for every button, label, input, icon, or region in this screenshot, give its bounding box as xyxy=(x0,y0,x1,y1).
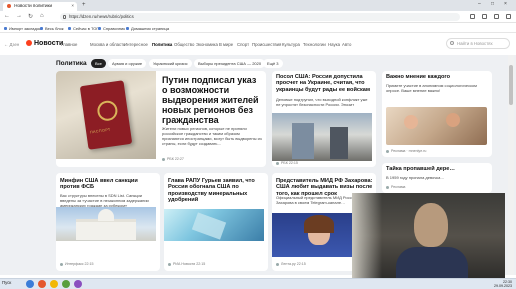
profile-icon[interactable] xyxy=(494,14,499,19)
taskbar-clock[interactable]: 22:30 29.09.2023 xyxy=(482,280,512,288)
filter-chip-active[interactable]: Все xyxy=(91,59,106,68)
news-card[interactable]: Глава РАПУ Гурьев заявил, что Россия обо… xyxy=(164,173,268,271)
ad-card[interactable]: Тайка пропавшей дере… В 1959 году пропал… xyxy=(382,163,492,193)
ad-text: Примите участие в анонимном социологичес… xyxy=(386,83,477,93)
filter-chip[interactable]: Ещё 3 xyxy=(263,59,283,68)
back-arrow-icon[interactable]: ← xyxy=(4,13,10,19)
rubric-link[interactable]: Главное xyxy=(61,42,77,47)
app-icon[interactable] xyxy=(74,280,82,288)
news-photo xyxy=(164,209,264,241)
browser-tab-bar: Новости политики × + – □ × xyxy=(0,0,516,11)
rubric-link-active[interactable]: Политика xyxy=(152,42,172,47)
scrollbar-thumb[interactable] xyxy=(509,65,513,105)
tab-title: Новости политики xyxy=(14,3,52,8)
filter-chip[interactable]: Украинский кризис xyxy=(149,59,192,68)
bookmark-item[interactable]: Сейчас в ТОП xyxy=(68,26,99,31)
address-bar-row: ← → ↻ ⌂ https://dzen.ru/news/rubric/poli… xyxy=(0,11,516,23)
maximize-icon[interactable]: □ xyxy=(491,1,494,7)
rubric-link[interactable]: Экономика xyxy=(196,42,218,47)
ad-card[interactable]: Важно мнение каждого Примите участие в а… xyxy=(382,71,492,157)
ad-source[interactable]: Реклама · mneniye.ru xyxy=(386,149,426,153)
section-title: Политика xyxy=(56,60,87,67)
news-title[interactable]: Минфин США ввел санкции против ФСБ xyxy=(60,178,158,191)
news-card[interactable]: Посол США: Россия допустила просчет на У… xyxy=(272,71,376,167)
news-source[interactable]: РБК 22:27 xyxy=(162,157,184,161)
ad-title[interactable]: Важно мнение каждого xyxy=(386,74,490,80)
site-favicon-icon xyxy=(7,3,11,8)
bookmark-item[interactable]: Весь блок xyxy=(40,26,64,31)
news-source[interactable]: Интерфакс 22:15 xyxy=(60,262,94,266)
page-scrollbar[interactable] xyxy=(508,55,514,275)
news-text: Вас структуры внесены в SDN List. Санкци… xyxy=(60,193,149,208)
news-text: Деловые подтрунил, что выходной конфликт… xyxy=(276,97,368,107)
site-logo[interactable]: Новости xyxy=(26,40,63,47)
webcam-overlay xyxy=(352,193,505,279)
rubric-link[interactable]: Интересное xyxy=(124,42,148,47)
explorer-app-icon[interactable] xyxy=(26,280,34,288)
menu-icon[interactable] xyxy=(506,14,511,19)
news-source[interactable]: РИА Новости 22:15 xyxy=(168,262,205,266)
news-card[interactable]: Минфин США ввел санкции против ФСБ Вас с… xyxy=(56,173,160,271)
site-header: ← Дзен Новости Главное Москва и область … xyxy=(0,33,516,55)
home-icon[interactable]: ⌂ xyxy=(40,13,44,19)
rubric-link[interactable]: Наука xyxy=(328,42,340,47)
webcam-background xyxy=(352,193,382,279)
main-news-title[interactable]: Путин подписал указ о возможности выдвор… xyxy=(162,75,264,125)
news-title[interactable]: Посол США: Россия допустила просчет на У… xyxy=(276,74,374,93)
news-photo xyxy=(272,113,372,161)
lock-icon xyxy=(63,15,66,19)
close-tab-icon[interactable]: × xyxy=(71,3,74,8)
start-button[interactable]: Пуск xyxy=(2,280,11,285)
window-close-icon[interactable]: × xyxy=(504,1,507,7)
rubric-link[interactable]: Спорт xyxy=(237,42,249,47)
browser-tab[interactable]: Новости политики × xyxy=(3,2,77,11)
bookmark-item[interactable]: Справочник xyxy=(98,26,125,31)
ad-photo xyxy=(386,107,487,145)
clock-date: 29.09.2023 xyxy=(494,284,512,289)
news-photo xyxy=(56,207,156,241)
ad-text: В 1959 году пропала девочка… xyxy=(386,175,445,180)
main-news-card[interactable]: ПАСПОРТ Путин подписал указ о возможност… xyxy=(56,71,266,167)
logo-mark-icon xyxy=(26,40,32,46)
filter-chip[interactable]: Выборы президента США — 2020 xyxy=(194,59,266,68)
rubric-link[interactable]: Москва и область xyxy=(90,42,125,47)
reload-icon[interactable]: ↻ xyxy=(28,13,33,20)
search-icon xyxy=(450,41,454,45)
bookmark-item[interactable]: Импорт закладок xyxy=(4,26,41,31)
main-news-text: Жители новых регионов, которые не принял… xyxy=(162,126,262,146)
new-tab-icon[interactable]: + xyxy=(82,2,86,8)
os-taskbar: Пуск 22:30 29.09.2023 xyxy=(0,278,516,289)
extensions-icon[interactable] xyxy=(482,14,487,19)
ad-title[interactable]: Тайка пропавшей дере… xyxy=(386,166,490,172)
news-title[interactable]: Глава РАПУ Гурьев заявил, что Россия обо… xyxy=(168,178,266,204)
ad-source[interactable]: Реклама xyxy=(386,185,405,189)
star-icon[interactable] xyxy=(470,14,475,19)
filter-chip[interactable]: Армия и оружие xyxy=(108,59,147,68)
rubric-link[interactable]: Культура xyxy=(282,42,300,47)
rubric-link[interactable]: Общество xyxy=(174,42,194,47)
passport-image xyxy=(79,80,133,150)
rubric-link[interactable]: Происшествия xyxy=(252,42,281,47)
bookmarks-bar: Импорт закладок Весь блок Сейчас в ТОП С… xyxy=(0,23,516,33)
news-source[interactable]: Лента.ру 22:15 xyxy=(276,262,306,266)
news-source[interactable]: РБК 22:15 xyxy=(276,161,298,165)
presenter-head xyxy=(414,203,448,247)
presenter-body xyxy=(396,247,468,279)
minimize-icon[interactable]: – xyxy=(478,1,481,7)
browser-app-icon[interactable] xyxy=(38,280,46,288)
media-app-icon[interactable] xyxy=(62,280,70,288)
rubric-link[interactable]: В мире xyxy=(219,42,233,47)
search-input[interactable]: Найти в Новостях xyxy=(446,38,510,49)
folder-app-icon[interactable] xyxy=(50,280,58,288)
rubric-link[interactable]: Технологии xyxy=(303,42,326,47)
bookmark-item[interactable]: Домашняя страница xyxy=(126,26,169,31)
url-input[interactable]: https://dzen.ru/news/rubric/politics xyxy=(60,13,460,21)
rubric-link[interactable]: Авто xyxy=(342,42,351,47)
forward-arrow-icon[interactable]: → xyxy=(16,13,22,19)
back-to-dzen-link[interactable]: ← Дзен xyxy=(4,42,19,47)
passport-photo: ПАСПОРТ xyxy=(56,71,156,159)
